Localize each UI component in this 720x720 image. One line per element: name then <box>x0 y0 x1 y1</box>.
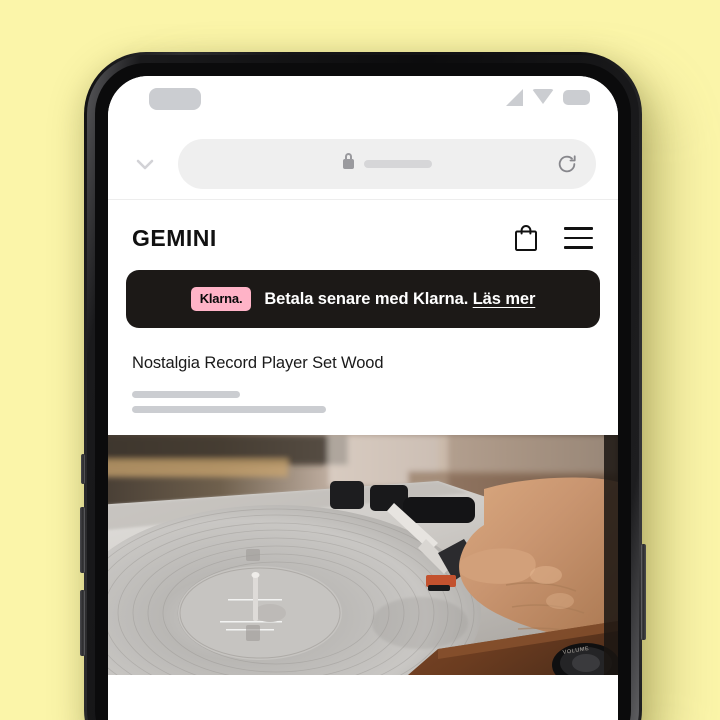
url-content <box>342 152 432 169</box>
hamburger-line <box>564 246 593 249</box>
chevron-down-icon[interactable] <box>122 141 168 187</box>
promo-message: Betala senare med Klarna. Läs mer <box>264 290 535 309</box>
product-meta-placeholder <box>132 390 240 398</box>
site-header: GEMINI <box>108 200 618 270</box>
signal-icon <box>506 89 523 106</box>
wifi-icon <box>532 89 554 104</box>
reload-icon[interactable] <box>556 153 578 175</box>
hamburger-menu-icon[interactable] <box>564 227 593 249</box>
volume-down-button[interactable] <box>80 590 85 656</box>
promo-read-more-link[interactable]: Läs mer <box>473 290 536 308</box>
product-block: Nostalgia Record Player Set Wood <box>108 328 618 413</box>
shopping-bag-icon[interactable] <box>512 224 540 252</box>
battery-icon <box>563 90 590 105</box>
url-text-placeholder <box>363 159 432 168</box>
silent-switch-button[interactable] <box>81 454 85 484</box>
promo-message-text: Betala senare med Klarna. <box>264 289 469 308</box>
phone-device: GEMINI Klarna. Betala senare med Klarna.… <box>80 52 646 720</box>
lock-icon <box>342 152 354 169</box>
phone-screen: GEMINI Klarna. Betala senare med Klarna.… <box>108 76 618 720</box>
hamburger-line <box>564 227 593 230</box>
url-input[interactable] <box>178 138 596 189</box>
screenshot-stage: GEMINI Klarna. Betala senare med Klarna.… <box>0 0 720 720</box>
product-meta-placeholder <box>132 405 326 413</box>
brand-logo[interactable]: GEMINI <box>132 226 217 250</box>
record-player-photo: VOLUME <box>108 434 618 675</box>
promo-banner-wrapper: Klarna. Betala senare med Klarna. Läs me… <box>108 270 618 328</box>
product-title: Nostalgia Record Player Set Wood <box>132 354 384 372</box>
browser-url-bar-row <box>108 128 618 200</box>
klarna-logo-badge: Klarna. <box>190 287 252 311</box>
klarna-promo-banner[interactable]: Klarna. Betala senare med Klarna. Läs me… <box>126 270 600 328</box>
hamburger-line <box>564 236 593 240</box>
status-bar-time-placeholder <box>149 88 201 110</box>
power-button[interactable] <box>641 544 646 640</box>
status-bar <box>108 76 618 128</box>
header-actions <box>512 224 593 252</box>
status-bar-icons <box>506 89 590 106</box>
volume-up-button[interactable] <box>80 507 85 573</box>
